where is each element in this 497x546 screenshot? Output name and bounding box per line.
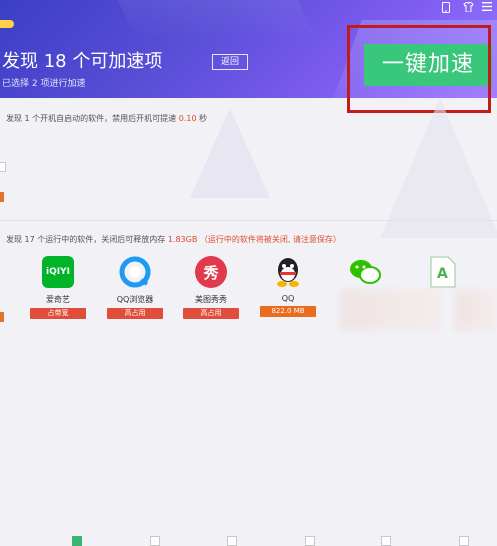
doc-icon: A	[427, 256, 459, 288]
section-divider	[0, 220, 497, 221]
app-item[interactable]: A	[413, 256, 473, 288]
app-tag: 占带宽	[30, 308, 86, 319]
app-tag: 高占用	[107, 308, 163, 319]
badge	[0, 20, 14, 28]
shirt-icon[interactable]	[463, 1, 474, 15]
app-checkbox[interactable]	[150, 536, 160, 546]
svg-text:A: A	[437, 266, 448, 282]
menu-icon[interactable]	[482, 2, 492, 14]
iqiyi-icon: iQIYI	[42, 256, 74, 288]
subtitle: 已选择 2 项进行加速	[2, 79, 86, 89]
wechat-icon	[349, 256, 381, 288]
back-button[interactable]: 返回	[212, 54, 248, 70]
startup-item-tag	[0, 192, 4, 202]
app-item[interactable]: 秀 美图秀秀 高占用	[181, 256, 241, 319]
app-checkbox[interactable]	[381, 536, 391, 546]
running-memory-value: 1.83GB	[167, 235, 198, 244]
app-label: QQ浏览器	[116, 295, 154, 304]
startup-speedup-value: 0.10	[178, 114, 197, 123]
running-section-text: 发现 17 个运行中的软件，关闭后可释放内存 1.83GB （运行中的软件将被关…	[6, 235, 341, 244]
startup-section-text: 发现 1 个开机自启动的软件，禁用后开机可提速 0.10 秒	[6, 114, 208, 123]
app-tag: 822.0 MB	[260, 306, 316, 317]
qq-icon	[272, 256, 304, 288]
app-item[interactable]: QQ 822.0 MB	[258, 256, 318, 317]
startup-item-checkbox[interactable]	[0, 162, 6, 172]
app-label: 爱奇艺	[46, 295, 70, 304]
app-item[interactable]: iQIYI 爱奇艺 占带宽	[28, 256, 88, 319]
page-title: 发现 18 个可加速项	[2, 51, 163, 72]
app-checkbox[interactable]	[72, 536, 82, 546]
qqbrowser-icon	[119, 256, 151, 288]
meitu-icon: 秀	[195, 256, 227, 288]
blurred-region	[455, 290, 497, 330]
app-tag: 高占用	[183, 308, 239, 319]
blurred-region	[340, 290, 440, 330]
decorative-shape	[103, 0, 317, 40]
decorative-shape	[380, 98, 497, 238]
app-checkbox[interactable]	[305, 536, 315, 546]
app-checkbox[interactable]	[459, 536, 469, 546]
app-label: 美图秀秀	[195, 295, 227, 304]
app-label: QQ	[281, 294, 295, 303]
phone-icon[interactable]	[442, 2, 450, 16]
app-checkbox[interactable]	[227, 536, 237, 546]
app-item[interactable]: QQ浏览器 高占用	[105, 256, 165, 319]
app-item[interactable]	[335, 256, 395, 288]
running-warning-note: （运行中的软件将被关闭, 请注意保存）	[199, 235, 341, 244]
